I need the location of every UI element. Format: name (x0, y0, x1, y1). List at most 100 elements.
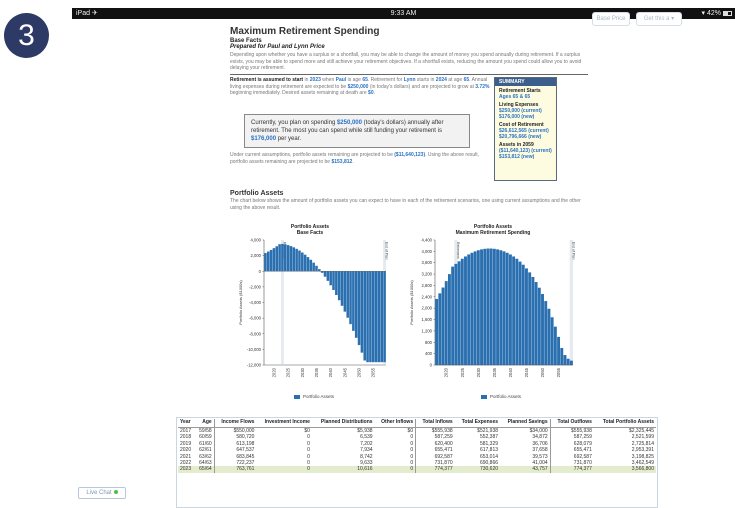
bar (329, 271, 332, 286)
live-chat-label: Live Chat (86, 490, 112, 496)
bar (534, 282, 538, 365)
bar (323, 271, 327, 277)
table-row: 2017 59/58 $550,000 $0 $5,938 $0 $555,938 $521,… (178, 427, 656, 435)
y-tick-label: -2,000 (249, 284, 262, 289)
y-axis-label: Portfolio Assets ($1000s) (238, 280, 243, 325)
bar (486, 248, 490, 365)
column-header: Other Inflows (374, 419, 416, 428)
intro-paragraph: Depending upon whether you have a surplu… (230, 52, 582, 71)
y-tick-label: 800 (425, 340, 433, 345)
bar (284, 244, 287, 272)
result-paragraph: Under current assumptions, portfolio ass… (230, 152, 480, 165)
chart-subtitle: Maximum Retirement Spending (455, 230, 531, 236)
bar (480, 249, 483, 365)
chart-base-facts: Portfolio Assets Base Facts 4,000 2,000 0 -… (228, 224, 392, 404)
bar (266, 251, 270, 272)
x-tick-label: 2025 (286, 367, 291, 377)
y-tick-label: 2,000 (422, 306, 433, 311)
table-cell: 3,566,800 (593, 466, 656, 473)
column-header: Year (178, 419, 196, 428)
chart-plot: 4,000 2,000 0 -2,000 -4,000 -6,000 -8,000 -10,0… (238, 238, 389, 377)
bar (315, 265, 318, 272)
bar (502, 251, 506, 365)
bar (508, 254, 512, 365)
x-tick-label: 2050 (357, 367, 362, 377)
table-cell: 0 (256, 466, 312, 473)
report-title: Maximum Retirement Spending (230, 26, 380, 37)
bar (281, 243, 284, 272)
table-cell: 59/58 (199, 428, 212, 434)
legend-swatch (294, 394, 300, 399)
get-this-dropdown-button[interactable]: Get this a ▾ (636, 12, 682, 26)
end-of-plan-marker-label: End of Plan (571, 242, 575, 260)
y-tick-label: 2,800 (422, 283, 433, 288)
bar (363, 271, 366, 361)
bar (286, 245, 290, 272)
bar (537, 287, 541, 365)
bar (275, 246, 279, 272)
y-tick-label: 2,000 (251, 253, 262, 258)
bar (563, 355, 567, 365)
portfolio-assets-description: The chart below shows the amount of port… (230, 198, 581, 211)
bar (318, 269, 321, 272)
column-header: Age (195, 419, 215, 428)
bar (383, 271, 386, 363)
table-cell: $0 (304, 428, 310, 434)
bar (521, 264, 525, 365)
column-header: Total Portfolio Assets (593, 419, 656, 428)
bar (464, 256, 467, 365)
column-header: Total Inflows (415, 419, 455, 428)
bar (470, 252, 474, 365)
y-tick-label: -4,000 (249, 300, 262, 305)
bar (560, 347, 564, 365)
x-tick-label: 2055 (556, 367, 561, 377)
bar (264, 253, 267, 272)
y-tick-label: 3,600 (422, 260, 433, 265)
column-header: Planned Savings (500, 419, 551, 428)
cash-flow-table: Year Age Income Flows Investment Income Plan… (178, 419, 656, 473)
bar (566, 358, 570, 365)
bar (438, 293, 442, 365)
x-tick-label: 2045 (524, 367, 529, 377)
bar (460, 258, 464, 365)
base-price-button[interactable]: Base Price (592, 12, 630, 26)
bar (377, 271, 381, 363)
table-cell: 43,757 (500, 466, 551, 473)
bar (354, 271, 358, 338)
chart-legend: Portfolio Assets (481, 394, 521, 399)
bar (528, 272, 532, 365)
x-tick-label: 2040 (508, 367, 513, 377)
x-tick-label: 2030 (476, 367, 481, 377)
y-tick-label: -12,000 (247, 363, 262, 368)
bar (531, 276, 535, 365)
table-cell: 774,377 (415, 466, 455, 473)
bar (292, 247, 296, 272)
chart-max-spending: Portfolio Assets Maximum Retirement Spen… (405, 224, 581, 404)
column-header: Planned Distributions (311, 419, 375, 428)
table-cell: 65/64 (195, 466, 215, 473)
y-tick-label: 0 (259, 269, 262, 274)
bar (272, 248, 276, 272)
bar (435, 298, 439, 365)
x-tick-label: 2025 (460, 367, 465, 377)
bar (340, 271, 344, 306)
bar (349, 271, 352, 325)
table-cell: $555,938 (549, 427, 594, 435)
y-tick-label: -6,000 (249, 316, 262, 321)
column-header: Investment Income (256, 419, 312, 428)
bar (289, 246, 293, 272)
live-chat-button[interactable]: Live Chat (78, 487, 126, 499)
end-of-plan-marker-label: End of Plan (385, 242, 389, 260)
table-cell: $555,938 (415, 427, 455, 435)
y-tick-label: 0 (430, 363, 433, 368)
bar (476, 250, 480, 365)
bar (489, 248, 493, 365)
bar (366, 271, 369, 363)
bar (374, 271, 378, 363)
bar (492, 248, 496, 365)
y-tick-label: 3,200 (422, 272, 433, 277)
table-cell: 0 (374, 466, 416, 473)
table-cell: $550,000 (213, 427, 257, 435)
bar (525, 268, 528, 365)
portfolio-assets-heading: Portfolio Assets (230, 190, 284, 197)
